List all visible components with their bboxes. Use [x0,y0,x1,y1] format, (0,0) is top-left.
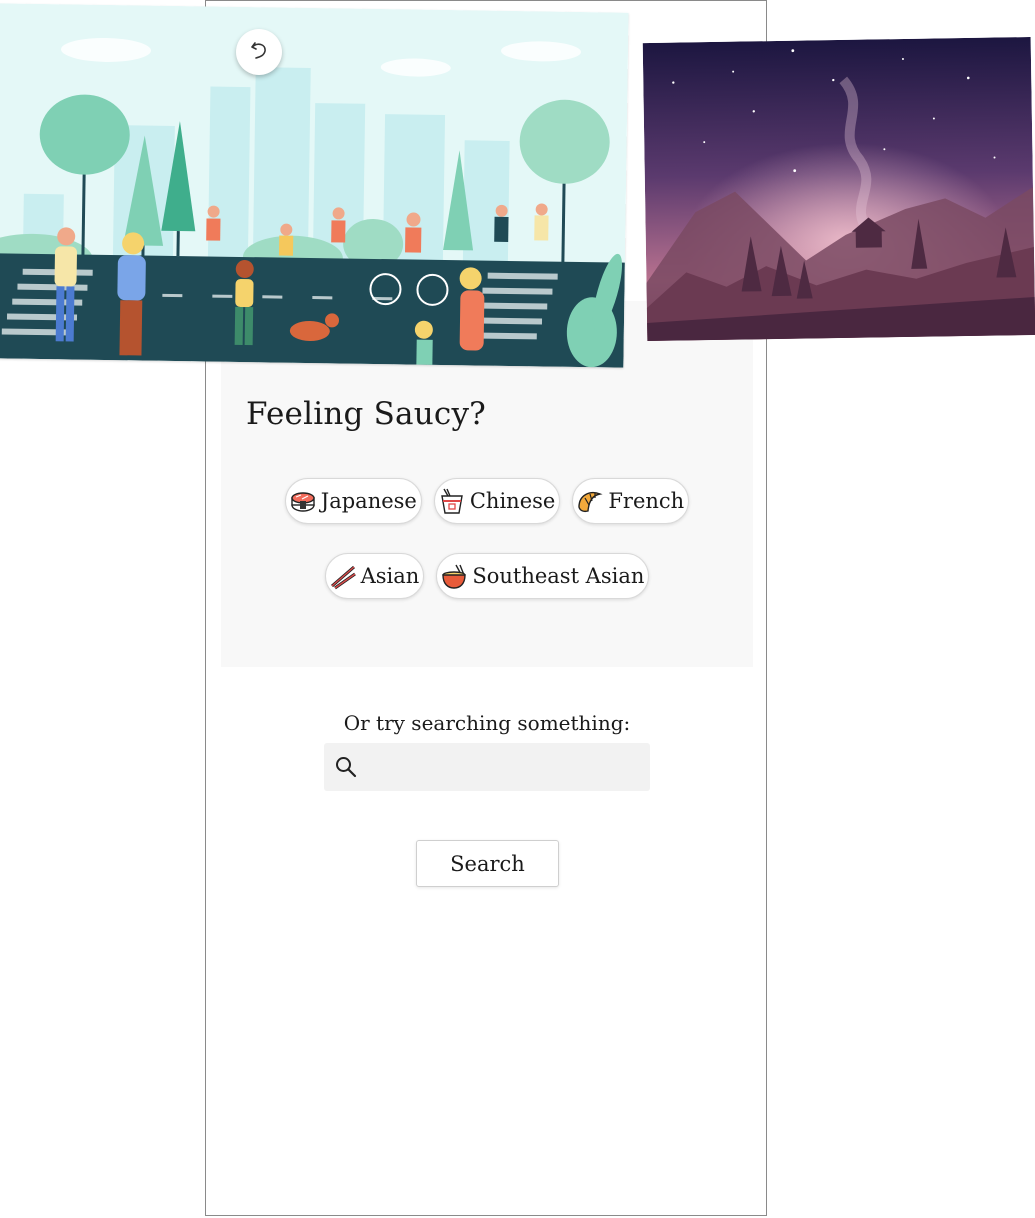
sushi-icon [288,486,318,516]
takeout-box-icon [437,486,467,516]
app-stage: Feeling Saucy? Japanese Chinese French A… [0,0,1035,1218]
croissant-icon [575,486,605,516]
noodle-bowl-icon [439,561,469,591]
chips-row-1: Japanese Chinese French [221,478,753,524]
chip-label: Chinese [469,489,556,513]
chip-label: Southeast Asian [472,564,645,588]
search-field[interactable] [324,742,650,792]
search-icon [334,755,358,779]
chip-southeast-asian[interactable]: Southeast Asian [436,553,650,599]
undo-icon [247,38,271,66]
chip-french[interactable]: French [572,478,690,524]
chip-label: Asian [360,564,420,588]
search-prompt: Or try searching something: [343,711,631,735]
city-park-illustration [0,3,629,368]
chip-chinese[interactable]: Chinese [433,478,561,524]
night-mountain-illustration [642,36,1035,342]
search-input[interactable] [358,742,650,792]
chip-asian[interactable]: Asian [324,553,425,599]
search-button[interactable]: Search [416,840,559,887]
chopsticks-icon [328,561,358,591]
undo-button[interactable] [236,29,282,75]
chips-row-2: Asian Southeast Asian [221,553,753,599]
chip-japanese[interactable]: Japanese [284,478,422,524]
chip-label: Japanese [320,489,417,513]
card-title: Feeling Saucy? [246,396,486,432]
chip-label: French [608,489,685,513]
